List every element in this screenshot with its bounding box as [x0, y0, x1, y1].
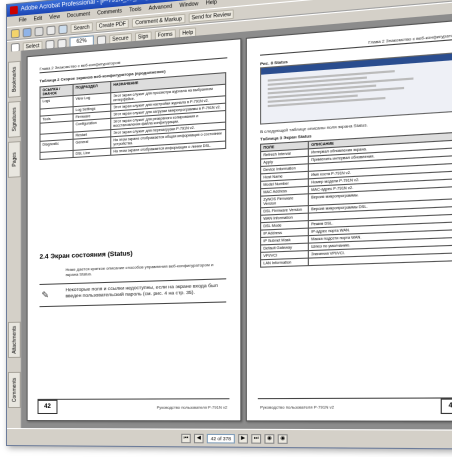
navigation-panel: Bookmarks Signatures Pages Attachments C…	[6, 50, 22, 430]
section-body: Ниже дается краткое описание способов уп…	[65, 261, 214, 278]
nav-tab-signatures[interactable]: Signatures	[7, 100, 21, 138]
table-cell	[40, 150, 74, 160]
acrobat-window: Adobe Acrobat Professional - [P-791N_v2_…	[6, 0, 452, 450]
previous-view-icon[interactable]: ◉	[264, 433, 275, 444]
open-icon[interactable]	[10, 28, 20, 39]
nav-tab-comments-label: Comments	[11, 377, 18, 403]
menu-view[interactable]: View	[49, 12, 60, 23]
menu-file[interactable]: File	[19, 15, 27, 26]
send-for-review-label: Send for Review	[191, 11, 231, 22]
nav-tab-signatures-label: Signatures	[11, 107, 18, 132]
footer-rule	[37, 398, 230, 400]
footer-rule	[257, 397, 452, 400]
print-icon[interactable]	[34, 26, 44, 36]
nav-tab-pages-label: Pages	[11, 152, 18, 167]
page-number: 42	[37, 399, 58, 415]
save-icon[interactable]	[22, 27, 32, 38]
table-cell: LAN Information	[260, 258, 309, 268]
page-footer: Руководство пользователя P-791N v2	[156, 405, 228, 410]
search-button[interactable]: Search	[70, 21, 93, 33]
document-area[interactable]: Bookmarks Signatures Pages Attachments C…	[6, 10, 452, 431]
search-button-label: Search	[73, 23, 90, 32]
page-number-field[interactable]: 42 of 378	[206, 433, 235, 443]
first-page-icon[interactable]: ⏮	[181, 433, 191, 443]
next-view-icon[interactable]: ◉	[277, 433, 288, 444]
next-page-icon[interactable]: ▶	[238, 433, 248, 444]
nav-tab-attachments[interactable]: Attachments	[7, 321, 21, 358]
previous-page-icon[interactable]: ◀	[193, 433, 204, 443]
page-number: 43	[440, 398, 452, 415]
nav-tab-attachments-label: Attachments	[11, 325, 18, 354]
send-for-review-button[interactable]: Send for Review	[188, 8, 235, 23]
menu-advanced[interactable]: Advanced	[149, 1, 172, 14]
acrobat-app-icon	[9, 5, 18, 15]
create-pdf-label: Create PDF	[98, 20, 126, 30]
nav-tab-bookmarks[interactable]: Bookmarks	[7, 60, 21, 98]
pdf-page-right: Глава 2 Знакомство с веб-конфигуратором …	[245, 18, 452, 422]
create-pdf-button[interactable]: Create PDF	[95, 18, 130, 31]
nav-tab-comments[interactable]: Comments	[7, 371, 21, 408]
email-icon[interactable]	[46, 25, 56, 35]
page-footer: Руководство пользователя P-791N v2	[260, 405, 335, 410]
header-rule	[260, 38, 452, 56]
nav-tab-pages[interactable]: Pages	[7, 141, 21, 178]
menu-help[interactable]: Help	[206, 0, 217, 9]
note-text: Некоторые поля и ссылки недоступны, если…	[65, 283, 218, 300]
nav-tab-bookmarks-label: Bookmarks	[11, 66, 18, 93]
menu-tools[interactable]: Tools	[129, 4, 141, 15]
screens-table: ОСЫЛКА / ЗНАЧОК ПОДРАЗДЕЛ НАЗНАЧЕНИЕ Log…	[40, 72, 227, 160]
last-page-icon[interactable]: ⏭	[251, 433, 262, 444]
organizer-icon[interactable]	[58, 23, 68, 34]
comment-markup-label: Comment & Markup	[135, 15, 182, 27]
note-rule	[39, 301, 227, 308]
menu-edit[interactable]: Edit	[34, 14, 43, 25]
status-fields-table: ПОЛЕ ОПИСАНИЕ Refresh Interval Интервал о…	[260, 132, 452, 268]
pdf-page-left: Глава 2 Знакомство с веб-конфигуратором …	[26, 38, 242, 422]
status-bar: ⏮ ◀ 42 of 378 ▶ ⏭ ◉ ◉	[6, 428, 452, 449]
table-cell: DSL Line	[73, 148, 111, 158]
menu-window[interactable]: Window	[179, 0, 198, 11]
stage: Adobe Acrobat Professional - [P-791N_v2_…	[0, 0, 452, 457]
pencil-note-icon: ✎	[41, 289, 50, 301]
section-heading: 2.4 Экран состояния (Status)	[39, 250, 133, 261]
status-screen-figure	[260, 51, 452, 125]
intro-text: В следующей таблице описаны поля экрана …	[260, 122, 368, 135]
